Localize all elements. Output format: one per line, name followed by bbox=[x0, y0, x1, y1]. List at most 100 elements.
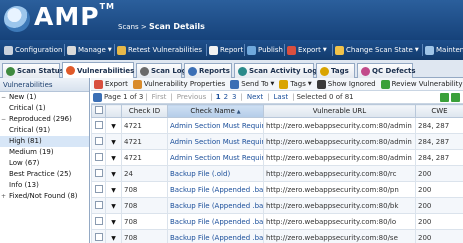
action-label: Export bbox=[105, 80, 128, 88]
activity-log-icon bbox=[238, 66, 247, 76]
show-ignored-button[interactable]: Show Ignored bbox=[316, 79, 376, 89]
pager-last[interactable]: Last bbox=[274, 93, 289, 101]
cell-check-name[interactable]: Backup File (Appended .bak) bbox=[167, 213, 264, 230]
row-checkbox[interactable] bbox=[94, 216, 103, 225]
export-grid-icon[interactable] bbox=[440, 93, 449, 102]
row-menu-icon[interactable]: ▼ bbox=[111, 123, 116, 130]
amp-logo-icon bbox=[4, 6, 30, 32]
tree-node[interactable]: + Fixed/Not Found (8) bbox=[0, 191, 89, 202]
cell-check-name[interactable]: Admin Section Must Require Authenticatio… bbox=[167, 133, 264, 150]
row-checkbox[interactable] bbox=[94, 152, 103, 161]
col-vulnerable-url[interactable]: Vulnerable URL bbox=[263, 104, 416, 118]
tree-node-label: Best Practice (25) bbox=[9, 170, 72, 178]
send-to-button[interactable]: Send To ▼ bbox=[230, 79, 275, 89]
tree-node[interactable]: Medium (19) bbox=[0, 147, 89, 158]
expand-icon[interactable]: + bbox=[1, 191, 9, 202]
row-menu-icon[interactable]: ▼ bbox=[111, 187, 116, 194]
collapse-icon[interactable]: − bbox=[1, 114, 9, 125]
publish-menu[interactable]: Publish bbox=[247, 44, 283, 56]
tab-scan-status[interactable]: Scan Status bbox=[2, 63, 64, 78]
tab-qc-defects[interactable]: QC Defects bbox=[357, 63, 416, 78]
cell-check-id: 4721 bbox=[121, 149, 168, 166]
tree-node[interactable]: Info (13) bbox=[0, 180, 89, 191]
cell-cwe: 284, 287 bbox=[415, 149, 463, 166]
cell-vulnerable-url: http://zero.webappsecurity.com:80/lo bbox=[263, 213, 416, 230]
row-menu-icon[interactable]: ▼ bbox=[111, 155, 116, 162]
table-row[interactable]: ▼ 708 Backup File (Appended .bak) http://ze… bbox=[91, 197, 463, 214]
export-menu[interactable]: Export ▼ bbox=[287, 44, 327, 56]
review-vulnerability-button[interactable]: Review Vulnerability bbox=[380, 79, 463, 89]
col-check-name[interactable]: Check Name ▲ bbox=[167, 104, 264, 118]
row-menu-icon[interactable]: ▼ bbox=[111, 235, 116, 242]
change-scan-state-menu[interactable]: Change Scan State ▼ bbox=[335, 44, 419, 56]
tab-label: Scan Log bbox=[151, 67, 187, 75]
retest-icon bbox=[117, 45, 126, 55]
row-checkbox[interactable] bbox=[94, 184, 103, 193]
pager-page-1[interactable]: 1 bbox=[216, 93, 221, 101]
table-row[interactable]: ▼ 4721Admin Section Must Require Authenti… bbox=[91, 149, 463, 166]
cell-check-name[interactable]: Admin Section Must Require Authenticatio… bbox=[167, 149, 264, 166]
vulnerability-properties-button[interactable]: Vulnerability Properties bbox=[132, 79, 225, 89]
table-row[interactable]: ▼ 24 Backup File (.old) http://zero.webapps… bbox=[91, 165, 463, 182]
send-to-icon bbox=[230, 79, 240, 89]
cell-check-name[interactable]: Backup File (Appended .bak) bbox=[167, 229, 264, 243]
tab-label: Tags bbox=[331, 67, 349, 75]
row-checkbox[interactable] bbox=[94, 200, 103, 209]
pager-page-2[interactable]: 2 bbox=[224, 93, 228, 101]
row-checkbox[interactable] bbox=[94, 120, 103, 129]
pager-previous[interactable]: Previous bbox=[177, 93, 207, 101]
select-all-header[interactable] bbox=[91, 104, 106, 118]
tab-scan-log[interactable]: Scan Log bbox=[136, 63, 187, 78]
chevron-down-icon: ▼ bbox=[107, 47, 112, 53]
tree-node[interactable]: Best Practice (25) bbox=[0, 169, 89, 180]
row-menu-icon[interactable]: ▼ bbox=[111, 171, 116, 178]
retest-vulnerabilities-menu[interactable]: Retest Vulnerabilities bbox=[117, 44, 202, 56]
tags-button[interactable]: Tags ▼ bbox=[279, 79, 312, 89]
mainten-menu[interactable]: Mainten bbox=[425, 44, 463, 56]
cell-check-name[interactable]: Backup File (Appended .bak) bbox=[167, 181, 264, 198]
pager-next[interactable]: Next bbox=[247, 93, 263, 101]
tree-node[interactable]: High (81) bbox=[0, 136, 89, 147]
table-row[interactable]: ▼ 4721Admin Section Must Require Authenti… bbox=[91, 133, 463, 150]
collapse-icon[interactable]: − bbox=[1, 92, 9, 103]
toolbar-separator bbox=[206, 44, 207, 56]
col-check-id[interactable]: Check ID bbox=[121, 104, 168, 118]
cell-check-name[interactable]: Backup File (.old) bbox=[167, 165, 264, 182]
tree-node[interactable]: Low (67) bbox=[0, 158, 89, 169]
cell-check-name[interactable]: Backup File (Appended .bak) bbox=[167, 197, 264, 214]
table-row[interactable]: ▼ 4721Admin Section Must Require Authenti… bbox=[91, 117, 463, 134]
pager-page-3[interactable]: 3 bbox=[232, 93, 236, 101]
pager-first[interactable]: First bbox=[152, 93, 167, 101]
table-row[interactable]: ▼ 708 Backup File (Appended .bak) http://ze… bbox=[91, 213, 463, 230]
tab-tags[interactable]: Tags bbox=[316, 63, 355, 78]
select-all-checkbox[interactable] bbox=[94, 106, 103, 114]
tree-node[interactable]: − Reproduced (296) bbox=[0, 114, 89, 125]
tab-scan-activity-log[interactable]: Scan Activity Log bbox=[234, 63, 317, 78]
chevron-down-icon: ▼ bbox=[270, 81, 275, 87]
show-ignored-icon bbox=[316, 79, 326, 89]
refresh-grid-icon[interactable] bbox=[451, 93, 460, 102]
tree-node[interactable]: Critical (1) bbox=[0, 103, 89, 114]
publish-icon bbox=[247, 45, 256, 55]
export-button[interactable]: Export bbox=[94, 79, 128, 89]
row-menu-icon[interactable]: ▼ bbox=[111, 139, 116, 146]
report-menu[interactable]: Report bbox=[209, 44, 243, 56]
tree-node[interactable]: − New (1) bbox=[0, 92, 89, 103]
tree-node[interactable]: Critical (91) bbox=[0, 125, 89, 136]
cell-cwe: 284, 287 bbox=[415, 117, 463, 134]
table-row[interactable]: ▼ 708 Backup File (Appended .bak) http://ze… bbox=[91, 181, 463, 198]
row-checkbox[interactable] bbox=[94, 136, 103, 145]
table-row[interactable]: ▼ 708 Backup File (Appended .bak) http://ze… bbox=[91, 229, 463, 243]
row-menu-icon[interactable]: ▼ bbox=[111, 203, 116, 210]
manage-menu[interactable]: Manage ▼ bbox=[67, 44, 112, 56]
tab-reports[interactable]: Reports bbox=[184, 63, 232, 78]
row-menu-icon[interactable]: ▼ bbox=[111, 219, 116, 226]
row-checkbox[interactable] bbox=[94, 168, 103, 177]
cell-check-name[interactable]: Admin Section Must Require Authenticatio… bbox=[167, 117, 264, 134]
col-cwe[interactable]: CWE bbox=[415, 104, 463, 118]
tab-vulnerabilities[interactable]: Vulnerabilities bbox=[62, 62, 134, 78]
breadcrumb-scans[interactable]: Scans bbox=[118, 23, 139, 31]
configuration-menu[interactable]: Configuration bbox=[4, 44, 62, 56]
qc-defects-icon bbox=[361, 66, 370, 76]
row-checkbox[interactable] bbox=[94, 232, 103, 241]
